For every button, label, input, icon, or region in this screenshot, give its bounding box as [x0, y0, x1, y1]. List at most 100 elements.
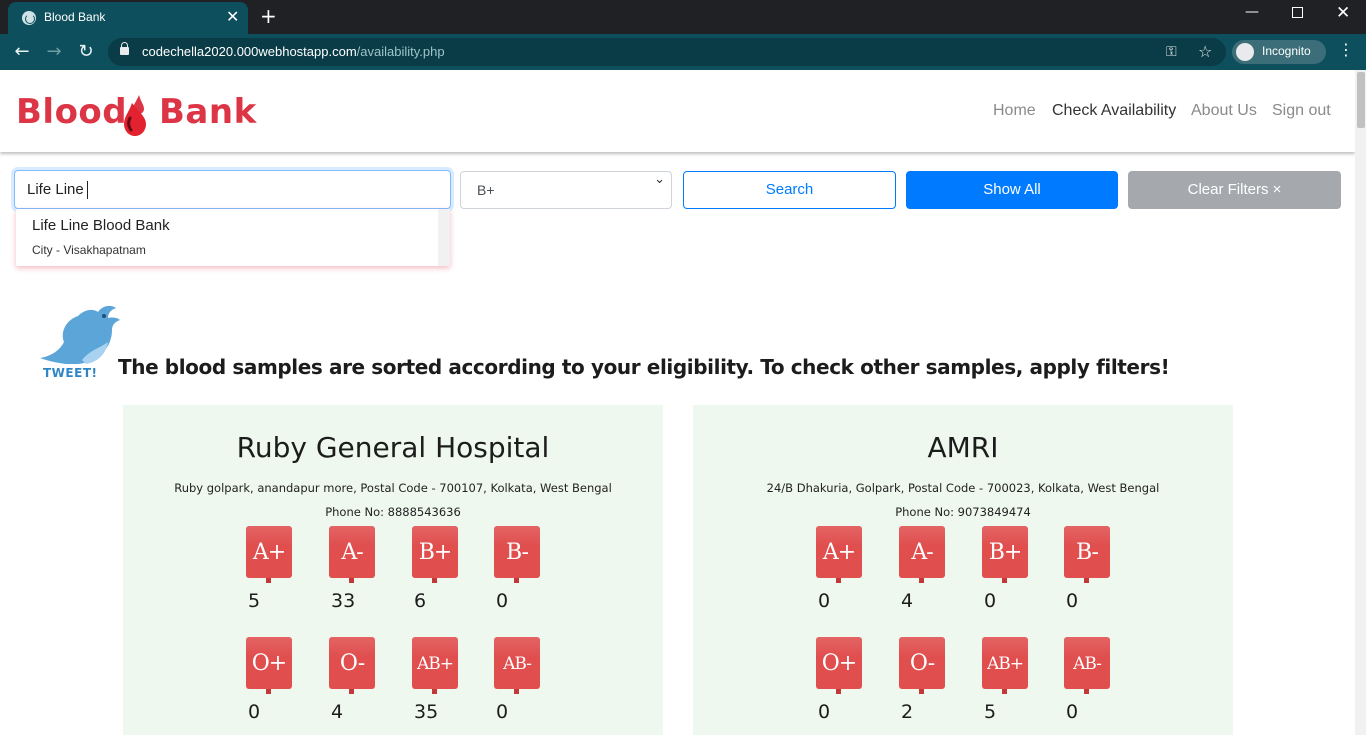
clear-filters-button[interactable]: Clear Filters × — [1128, 171, 1341, 209]
address-bar[interactable]: codechella2020.000webhostapp.com/availab… — [108, 38, 1226, 66]
browser-tab[interactable]: Blood Bank ✕ — [8, 2, 248, 34]
new-tab-icon[interactable]: + — [260, 4, 277, 28]
blood-bag-icon: AB- — [494, 637, 540, 694]
blood-unit-count: 0 — [496, 701, 509, 723]
nav-sign-out[interactable]: Sign out — [1272, 102, 1331, 120]
bag-tube — [836, 689, 841, 694]
bag-tube — [1084, 578, 1089, 583]
bag-tube — [432, 689, 437, 694]
blood-group-label: A- — [341, 540, 363, 565]
nav-about-us[interactable]: About Us — [1191, 102, 1257, 120]
bag-tube — [266, 689, 271, 694]
hospital-name: AMRI — [927, 431, 999, 464]
blood-group-label: O- — [339, 651, 365, 676]
autocomplete-suggestion[interactable]: Life Line Blood Bank City - Visakhapatna… — [16, 209, 450, 266]
bag-tube — [349, 578, 354, 583]
blood-unit-count: 0 — [248, 701, 261, 723]
blood-unit-count: 33 — [331, 590, 356, 612]
blood-bag-icon: A- — [329, 526, 375, 583]
brand-left: Blood — [16, 92, 128, 132]
blood-group-label: B+ — [988, 540, 1023, 565]
blood-bag-icon: O- — [329, 637, 375, 694]
incognito-indicator[interactable]: Incognito — [1232, 40, 1326, 64]
globe-icon — [22, 11, 36, 25]
blood-group-label: AB+ — [986, 654, 1024, 674]
blood-group-label: A+ — [822, 540, 856, 565]
hospital-phone: Phone No: 8888543636 — [325, 505, 461, 519]
browser-toolbar: ← → ↻ codechella2020.000webhostapp.com/a… — [0, 34, 1366, 70]
forward-icon[interactable]: → — [42, 40, 66, 64]
reload-icon[interactable]: ↻ — [74, 40, 98, 64]
blood-group-label: B- — [1075, 540, 1099, 565]
blood-drops-icon — [124, 95, 146, 136]
tab-title: Blood Bank — [44, 10, 106, 24]
hospital-address: 24/B Dhakuria, Golpark, Postal Code - 70… — [766, 481, 1160, 495]
tweet-label: TWEET! — [43, 366, 98, 380]
blood-bag-icon: O- — [899, 637, 945, 694]
url-text: codechella2020.000webhostapp.com/availab… — [142, 44, 445, 59]
hospital-search-input[interactable] — [14, 170, 451, 209]
show-all-button[interactable]: Show All — [906, 171, 1118, 209]
blood-group-select[interactable]: B+ ⌄ — [460, 171, 672, 209]
eligibility-notice: The blood samples are sorted according t… — [118, 355, 1170, 379]
brand-logo[interactable]: Blood Bank — [16, 92, 256, 132]
lock-icon[interactable] — [120, 42, 129, 55]
browser-tab-bar: Blood Bank ✕ + — ✕ — [0, 0, 1366, 34]
blood-group-label: O- — [909, 651, 935, 676]
blood-unit-count: 2 — [901, 701, 914, 723]
blood-group-label: AB- — [503, 654, 532, 674]
scroll-thumb[interactable] — [1357, 72, 1365, 128]
back-icon[interactable]: ← — [10, 40, 34, 64]
page: Blood Bank Home Check Availability About… — [0, 70, 1355, 735]
suggestion-name: Life Line Blood Bank — [32, 217, 170, 234]
blood-bag-icon: B+ — [982, 526, 1028, 583]
blood-bag-icon: AB+ — [412, 637, 458, 694]
search-button[interactable]: Search — [683, 171, 896, 209]
blood-bag-icon: O+ — [246, 637, 292, 694]
bag-tube — [919, 578, 924, 583]
nav-check-availability[interactable]: Check Availability — [1052, 102, 1176, 120]
bag-tube — [432, 578, 437, 583]
close-tab-icon[interactable]: ✕ — [226, 8, 239, 26]
hospital-address: Ruby golpark, anandapur more, Postal Cod… — [174, 481, 612, 495]
hospital-card: Ruby General Hospital Ruby golpark, anan… — [123, 405, 663, 735]
blood-unit-count: 0 — [818, 701, 831, 723]
hospital-phone: Phone No: 9073849474 — [895, 505, 1031, 519]
blood-bag-icon: B+ — [412, 526, 458, 583]
blood-bag-icon: AB- — [1064, 637, 1110, 694]
blood-unit-count: 0 — [1066, 701, 1079, 723]
blood-unit-count: 4 — [331, 701, 344, 723]
blood-group-label: B- — [505, 540, 529, 565]
hospital-name: Ruby General Hospital — [236, 431, 550, 464]
minimize-icon[interactable]: — — [1245, 4, 1259, 20]
blood-group-label: O+ — [821, 651, 857, 676]
bag-tube — [1084, 689, 1089, 694]
page-scrollbar[interactable] — [1355, 70, 1366, 735]
bag-tube — [836, 578, 841, 583]
key-icon[interactable]: ⚿ — [1166, 44, 1177, 60]
blood-unit-count: 0 — [818, 590, 831, 612]
blood-unit-count: 0 — [984, 590, 997, 612]
url-path: /availability.php — [356, 44, 445, 59]
bag-tube — [919, 689, 924, 694]
blood-group-label: A- — [911, 540, 933, 565]
suggestion-city: City - Visakhapatnam — [32, 243, 146, 257]
star-icon[interactable]: ☆ — [1198, 42, 1212, 61]
blood-bag-icon: A+ — [816, 526, 862, 583]
url-host: codechella2020.000webhostapp.com — [142, 44, 357, 59]
restore-icon[interactable] — [1292, 7, 1303, 18]
blood-group-label: O+ — [251, 651, 287, 676]
suggestion-scrollbar[interactable] — [438, 209, 450, 266]
nav-home[interactable]: Home — [993, 102, 1036, 120]
bag-tube — [349, 689, 354, 694]
incognito-label: Incognito — [1262, 44, 1311, 58]
blood-group-value: B+ — [477, 182, 495, 198]
bag-tube — [266, 578, 271, 583]
chevron-down-icon: ⌄ — [654, 172, 665, 187]
text-caret — [87, 181, 88, 199]
bag-tube — [1002, 578, 1007, 583]
window-close-icon[interactable]: ✕ — [1336, 3, 1350, 23]
site-navbar: Blood Bank Home Check Availability About… — [0, 70, 1355, 152]
browser-menu-icon[interactable]: ⋮ — [1338, 40, 1354, 59]
hospital-card: AMRI 24/B Dhakuria, Golpark, Postal Code… — [693, 405, 1233, 735]
